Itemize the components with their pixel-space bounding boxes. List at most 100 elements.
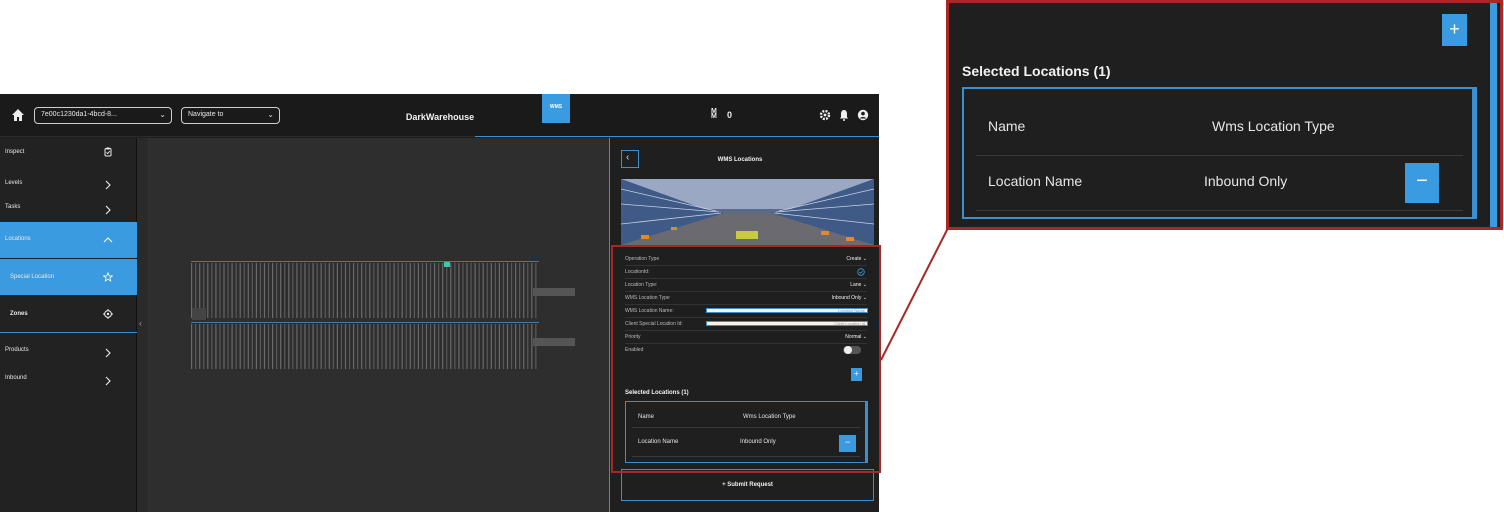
rack-column [235,324,237,369]
rack-column [239,263,241,318]
rack-column [401,324,403,369]
rack-column [381,324,383,369]
warehouse-map[interactable] [149,138,609,512]
remove-location-button[interactable]: − [1405,163,1439,203]
bell-icon[interactable] [838,109,850,121]
panel-title: WMS Locations [717,157,763,163]
instance-select[interactable]: 7e00c1230da1-4bcd-8... ⌄ [34,107,172,124]
rack-column [304,263,306,318]
rack-column [215,324,217,369]
rack-column [438,263,440,318]
rack-column [519,263,521,318]
account-icon[interactable] [857,109,869,121]
rack-column [405,324,407,369]
rack-column [486,324,488,369]
rack-column [482,324,484,369]
rack-column [381,263,383,318]
rack-column [267,263,270,318]
rack-column [446,324,448,369]
top-bar: 7e00c1230da1-4bcd-8... ⌄ Navigate to ⌄ D… [0,94,879,137]
rack-column [243,263,245,318]
rack-column [417,324,419,369]
rack-column [223,263,225,318]
sidebar-collapse-handle[interactable]: ‹ [137,138,149,512]
rack-column [510,324,513,369]
rack-column [292,324,294,369]
highlight-box [611,245,881,473]
wms-badge[interactable]: WMS [542,94,570,123]
rack-column [523,324,525,369]
sidebar-item-inbound[interactable]: Inbound [0,366,137,394]
sidebar-divider [0,332,137,333]
rack-column [332,263,334,318]
chevron-down-icon: ⌄ [267,110,274,119]
rack-column [519,324,521,369]
add-location-button[interactable]: + [1442,14,1467,46]
rack-column [247,263,249,318]
rack-column [425,324,428,369]
rack-column [494,263,496,318]
rack-column [474,263,476,318]
rack-column [531,324,533,369]
rack-column [401,263,403,318]
scrollbar[interactable] [1472,89,1475,219]
rack-column [263,324,266,369]
warehouse-layout [191,261,575,369]
sidebar-item-inspect[interactable]: Inspect [0,138,137,166]
sidebar-item-tasks[interactable]: Tasks [0,195,137,223]
home-icon[interactable] [11,108,25,122]
sidebar-item-special-location[interactable]: Special Location [0,259,137,295]
rack-column [442,263,444,318]
rack-column [474,324,476,369]
selected-locations-table: Name Wms Location Type Location Name Inb… [962,87,1477,219]
submit-request-button[interactable]: + Submit Request [621,469,874,501]
rack-column [466,263,468,318]
sidebar-item-products[interactable]: Products [0,338,137,366]
sidebar-item-levels[interactable]: Levels [0,167,137,195]
target-icon [103,309,113,319]
rack-column [336,324,338,369]
chevron-down-icon: ⌄ [159,110,166,119]
rack-column [466,324,468,369]
conveyor-bottom [533,338,575,346]
rack-column [300,263,302,318]
rack-column [324,263,326,318]
column-header-type: Wms Location Type [1212,118,1335,134]
rack-rail [191,322,539,323]
rack-column [502,324,505,369]
rack-column [312,263,314,318]
rack-column [373,324,375,369]
rack-column [296,263,298,318]
rack-column [393,263,395,318]
stock-icon[interactable]: MM [711,108,717,120]
rack-column [490,324,492,369]
selected-locations-title: Selected Locations (1) [962,63,1111,79]
rack-column [421,324,424,369]
back-button[interactable]: ‹ [621,150,639,168]
rack-column [308,324,310,369]
rack-column [328,263,330,318]
sidebar-item-locations[interactable]: Locations [0,222,137,258]
rack-column [267,324,270,369]
rack-column [409,263,411,318]
gear-icon[interactable] [819,109,831,121]
column-header-name: Name [988,118,1026,134]
rack-column [361,263,363,318]
rack-column [191,324,193,369]
table-header-row: Name Wms Location Type [976,100,1463,156]
robot-marker [444,262,450,267]
rack-column [506,263,509,318]
clipboard-icon [104,147,112,157]
rack-column [312,324,314,369]
navigate-select[interactable]: Navigate to ⌄ [181,107,280,124]
rack-column [344,324,347,369]
chevron-right-icon [105,205,111,215]
star-icon [103,272,113,282]
app-title: DarkWarehouse [405,112,475,122]
sidebar-item-zones[interactable]: Zones [0,296,137,332]
rack-column [478,263,480,318]
rack-column [207,263,209,318]
rack-column [219,263,221,318]
rack-column [397,263,399,318]
rack-column [458,324,460,369]
